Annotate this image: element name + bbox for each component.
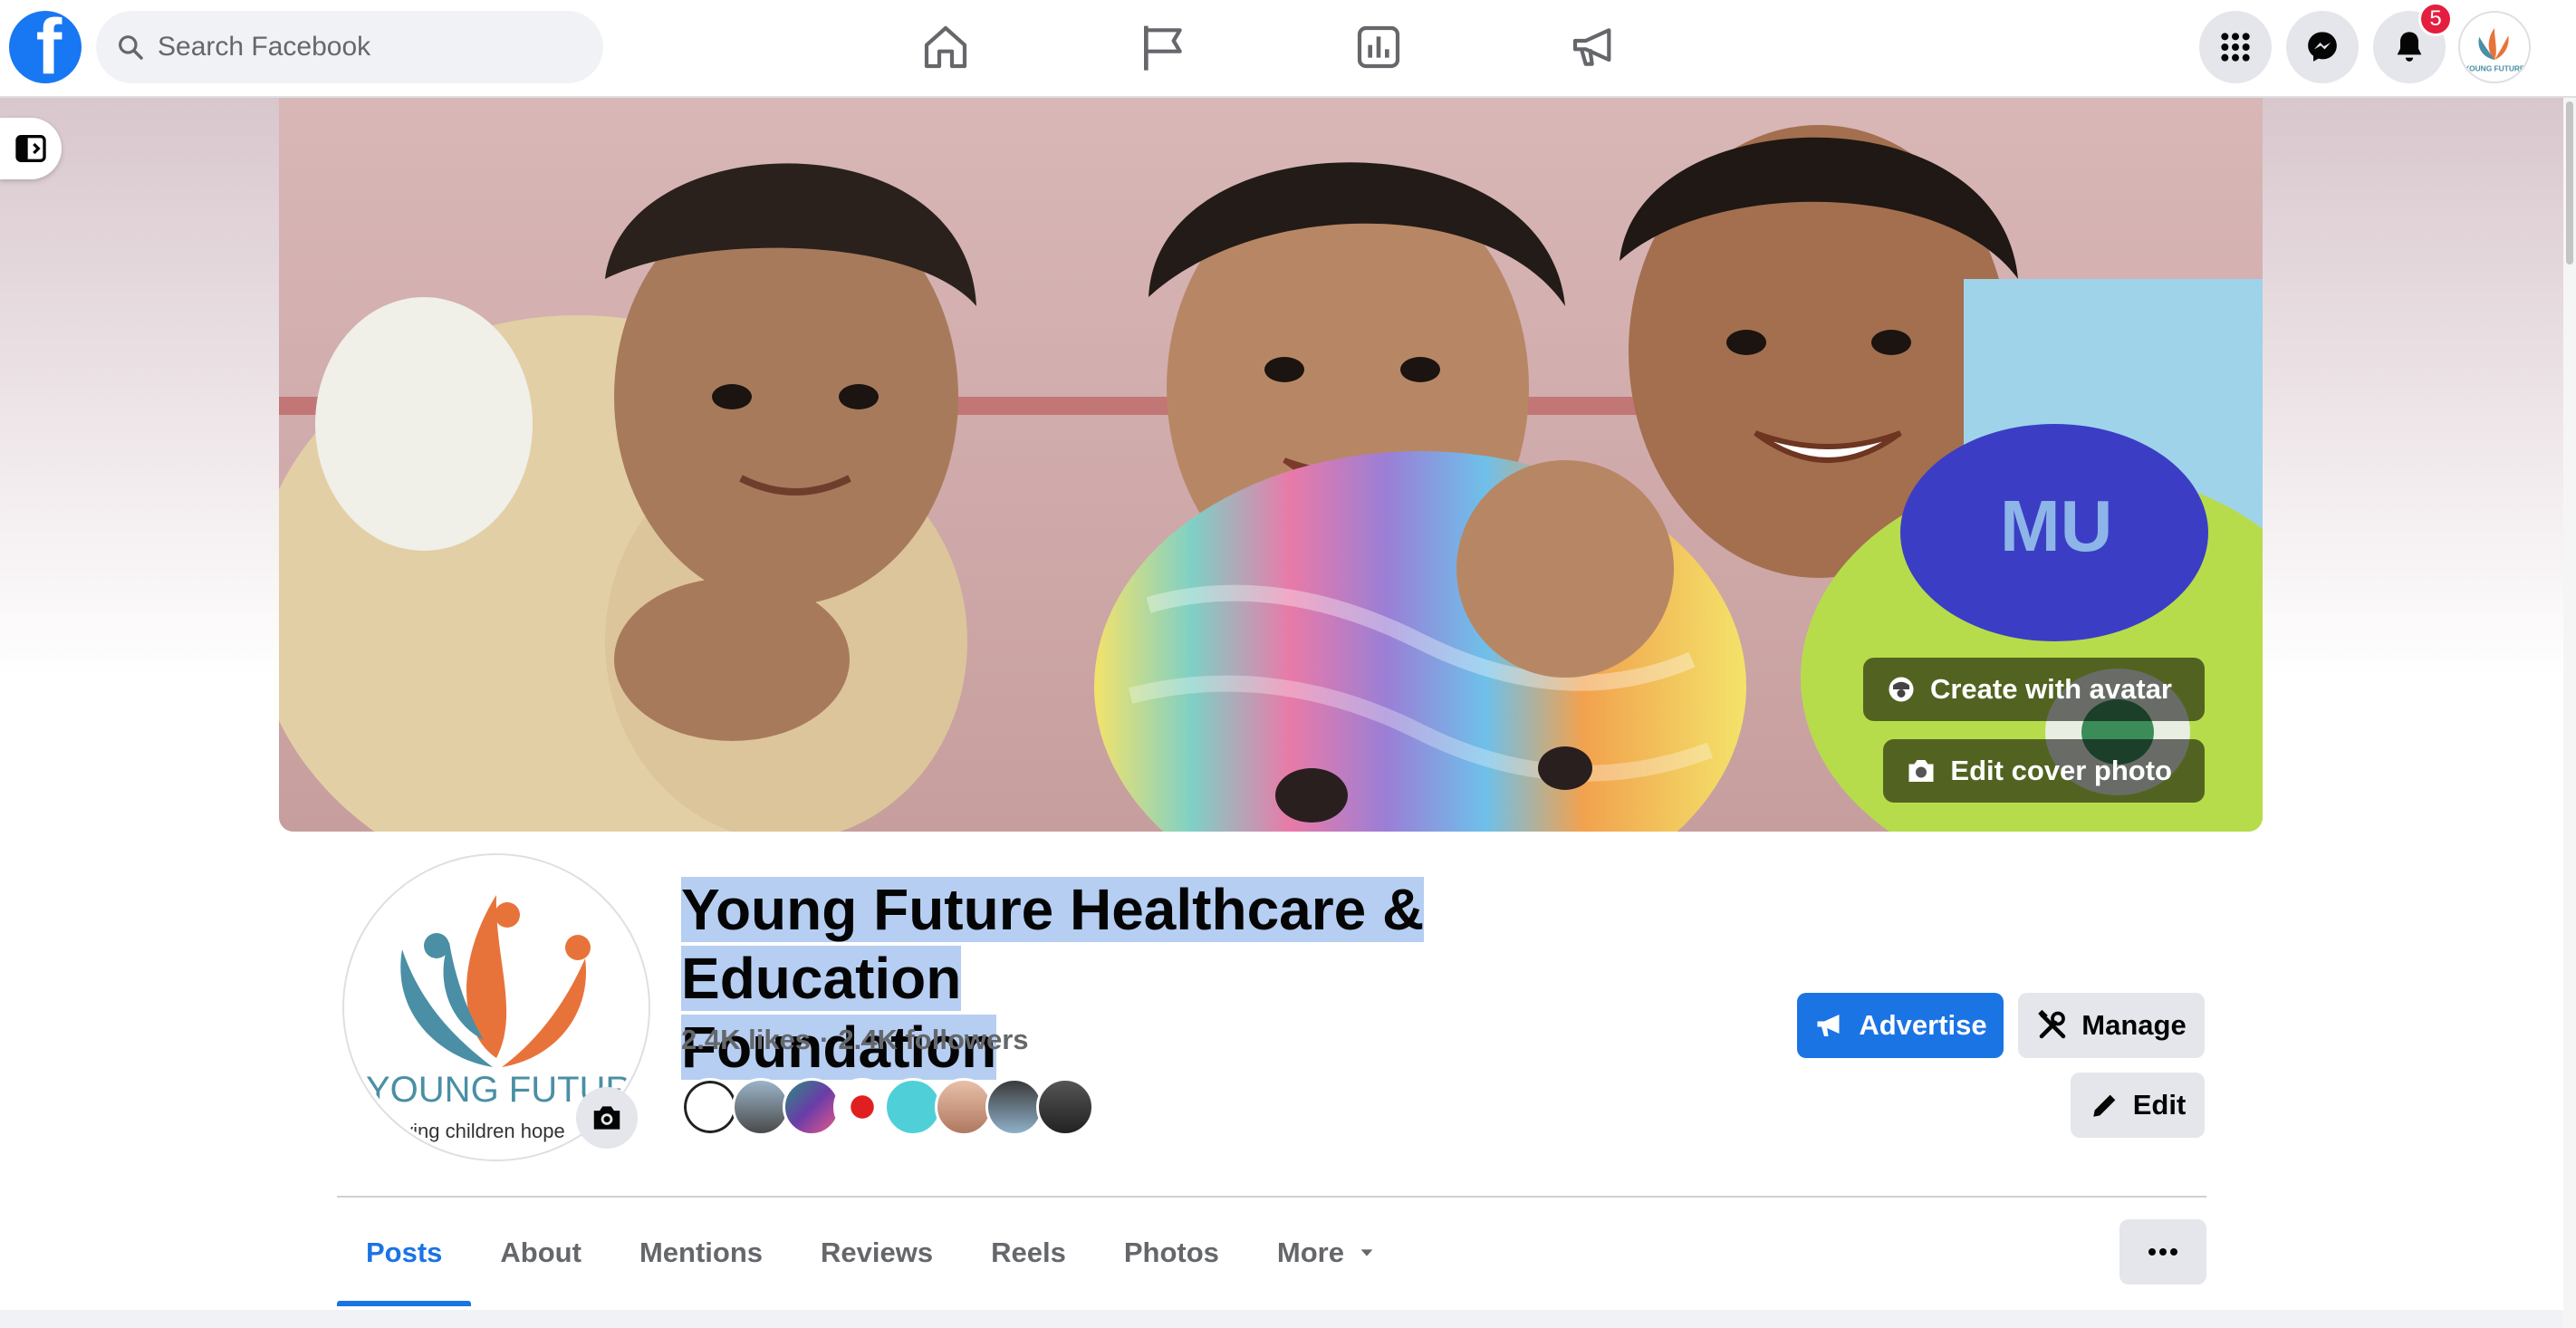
caret-down-icon [1357, 1243, 1377, 1263]
account-avatar[interactable]: YOUNG FUTURE [2458, 11, 2531, 83]
home-tab[interactable] [891, 13, 1000, 82]
notification-count-badge: 5 [2418, 2, 2453, 36]
tab-label: Photos [1123, 1237, 1219, 1268]
follower-avatar[interactable] [732, 1078, 790, 1136]
tools-icon [2036, 1009, 2069, 1042]
follower-avatar[interactable] [681, 1078, 739, 1136]
svg-text:YOUNG FUTURE: YOUNG FUTURE [2465, 64, 2525, 73]
tab-label: Posts [366, 1237, 443, 1268]
tab-photos[interactable]: Photos [1095, 1199, 1248, 1306]
manage-button[interactable]: Manage [2018, 993, 2205, 1058]
bell-icon [2391, 29, 2427, 65]
camera-icon [590, 1101, 624, 1135]
search-box[interactable] [96, 11, 603, 83]
tab-label: Reels [991, 1237, 1066, 1268]
edit-label: Edit [2132, 1089, 2187, 1121]
follower-avatar[interactable] [783, 1078, 841, 1136]
notifications-button[interactable]: 5 [2373, 2, 2453, 83]
page-tabs: Posts About Mentions Reviews Reels Photo… [337, 1199, 1406, 1306]
cover-photo[interactable]: MU Create with avatar Edit cover photo [279, 98, 2263, 832]
tab-reels[interactable]: Reels [962, 1199, 1095, 1306]
tab-more[interactable]: More [1248, 1199, 1406, 1306]
page-scrollbar[interactable] [2563, 98, 2576, 1328]
top-navigation-bar: f 5 [0, 0, 2576, 98]
messenger-icon [2304, 29, 2341, 65]
follower-avatar[interactable] [833, 1078, 891, 1136]
followers-count[interactable]: 2.4K followers [838, 1024, 1028, 1055]
scrollbar-thumb[interactable] [2566, 101, 2573, 265]
edit-cover-photo-button[interactable]: Edit cover photo [1883, 739, 2205, 803]
tab-about[interactable]: About [471, 1199, 610, 1306]
sidebar-toggle-button[interactable] [0, 118, 62, 179]
ads-megaphone-icon [1569, 22, 1620, 72]
pages-flag-icon [1138, 22, 1188, 72]
insights-icon [1353, 22, 1404, 72]
ellipsis-icon [2145, 1246, 2181, 1257]
page-stats: 2.4K likes · 2.4K followers [681, 1024, 1029, 1055]
sidebar-panel-icon [13, 130, 49, 167]
messenger-button[interactable] [2286, 11, 2359, 83]
tab-reviews[interactable]: Reviews [792, 1199, 962, 1306]
tab-label: Reviews [821, 1237, 934, 1268]
follower-avatar[interactable] [884, 1078, 942, 1136]
logo-tagline: giving children hope [388, 1120, 565, 1142]
follower-avatar[interactable] [935, 1078, 993, 1136]
likes-count[interactable]: 2.4K likes [681, 1024, 811, 1055]
cover-photo-illustration: MU [279, 98, 2263, 832]
manage-label: Manage [2081, 1009, 2187, 1041]
follower-avatar[interactable] [1036, 1078, 1094, 1136]
more-options-button[interactable] [2119, 1219, 2206, 1285]
create-with-avatar-button[interactable]: Create with avatar [1862, 658, 2205, 721]
page-title-line-1: Young Future Healthcare & Education [681, 877, 1425, 1011]
camera-icon [1905, 755, 1937, 787]
feed-background [0, 1310, 2576, 1328]
home-icon [920, 22, 971, 72]
menu-button[interactable] [2199, 11, 2272, 83]
advertise-label: Advertise [1859, 1009, 1987, 1041]
pencil-icon [2090, 1090, 2120, 1121]
tab-mentions[interactable]: Mentions [610, 1199, 792, 1306]
tab-label: About [500, 1237, 582, 1268]
edit-cover-photo-label: Edit cover photo [1950, 755, 2172, 786]
search-input[interactable] [158, 32, 538, 63]
edit-button[interactable]: Edit [2071, 1073, 2205, 1138]
megaphone-icon [1813, 1009, 1846, 1042]
search-icon [116, 33, 145, 62]
tab-label: More [1276, 1237, 1344, 1268]
tab-posts[interactable]: Posts [337, 1199, 472, 1306]
header-divider [337, 1196, 2206, 1198]
create-with-avatar-label: Create with avatar [1929, 673, 2172, 705]
grid-menu-icon [2217, 29, 2254, 65]
ads-tab[interactable] [1540, 13, 1648, 82]
avatar-icon [1885, 673, 1918, 706]
advertise-button[interactable]: Advertise [1797, 993, 2004, 1058]
tab-label: Mentions [639, 1237, 764, 1268]
update-profile-picture-button[interactable] [576, 1087, 638, 1149]
pages-tab[interactable] [1109, 13, 1217, 82]
svg-text:MU: MU [2000, 486, 2112, 566]
follower-avatars[interactable] [681, 1078, 1094, 1136]
insights-tab[interactable] [1324, 13, 1433, 82]
follower-avatar[interactable] [985, 1078, 1043, 1136]
facebook-logo[interactable]: f [9, 11, 82, 83]
